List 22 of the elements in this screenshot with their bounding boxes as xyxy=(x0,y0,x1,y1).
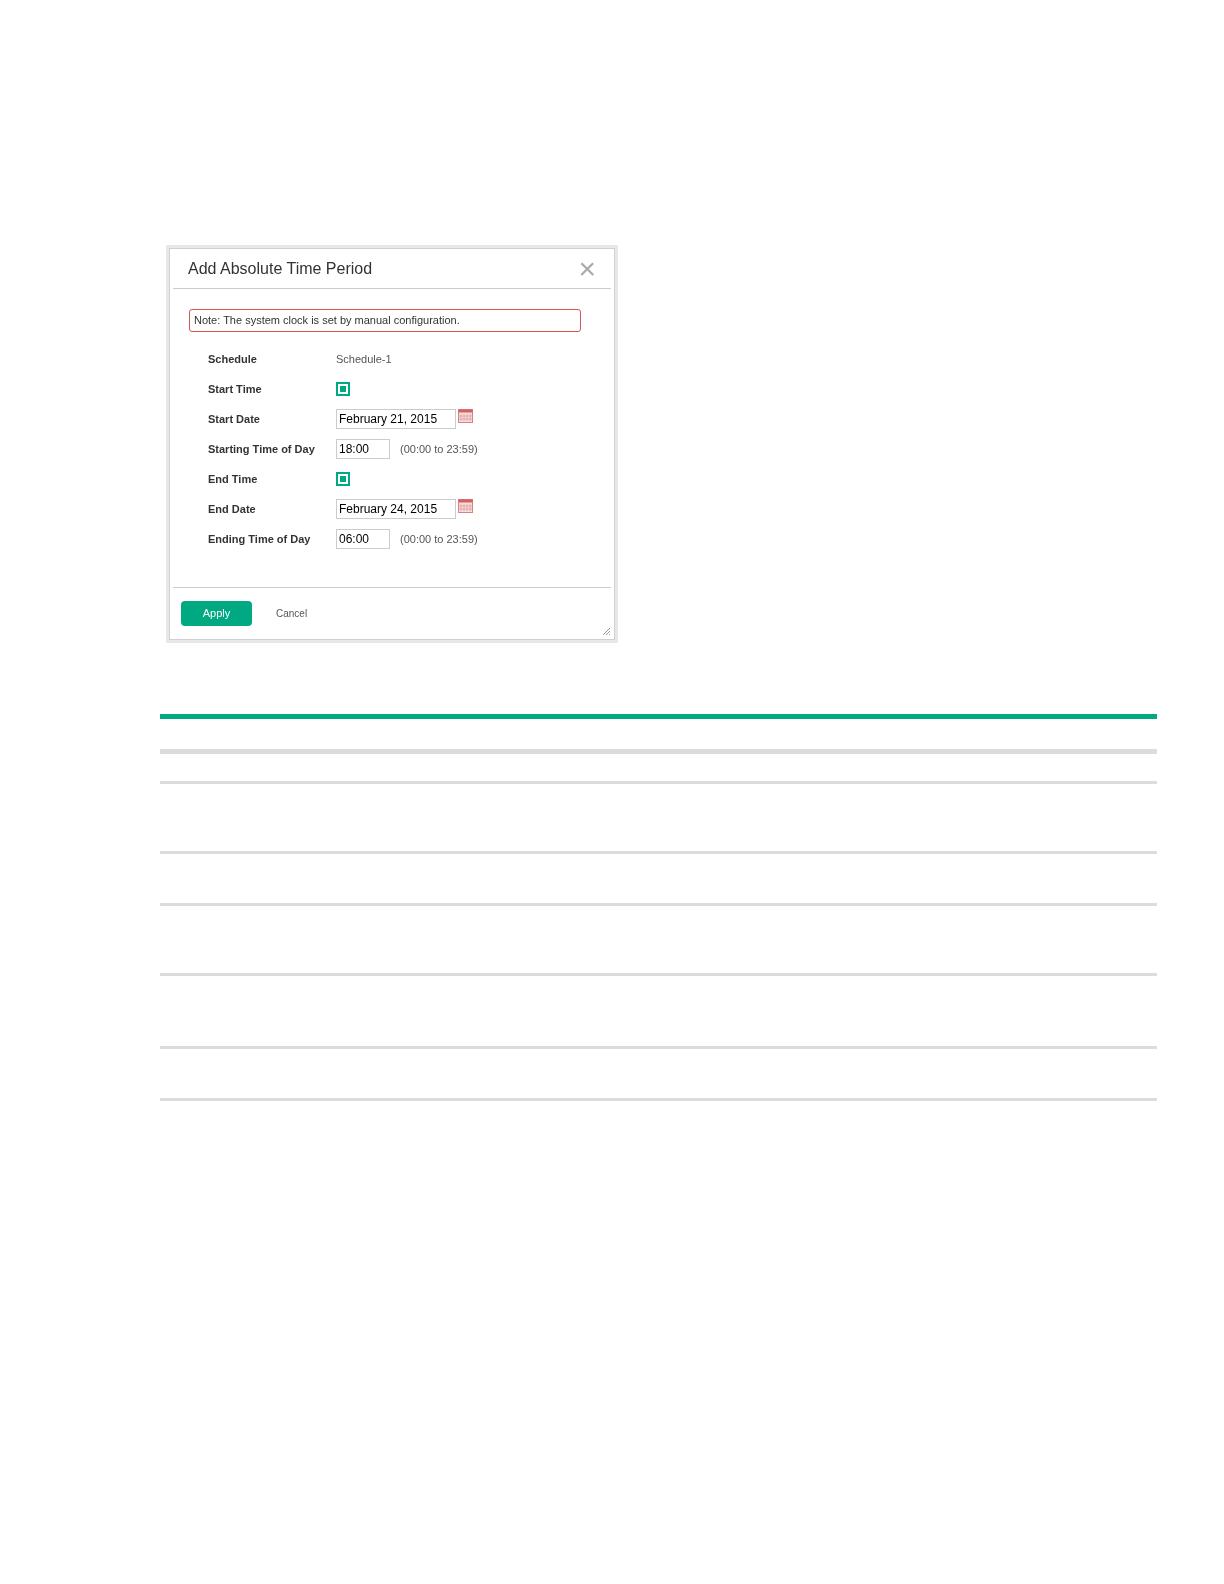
calendar-icon[interactable] xyxy=(458,409,473,423)
field-label: Schedule xyxy=(208,351,258,367)
field-label: Start Time xyxy=(208,381,263,397)
calendar-icon[interactable] xyxy=(458,499,473,513)
time-field[interactable]: 06:00 xyxy=(336,529,390,549)
time-field[interactable]: 18:00 xyxy=(336,439,390,459)
cancel-button[interactable]: Cancel xyxy=(274,606,310,621)
field-value: Schedule-1 xyxy=(336,351,392,367)
field-label: Starting Time of Day xyxy=(208,441,316,457)
note-message: Note: The system clock is set by manual configuration. xyxy=(189,309,581,332)
range-hint: (00:00 to 23:59) xyxy=(400,441,478,457)
resize-handle-icon[interactable] xyxy=(601,626,611,636)
checkbox[interactable] xyxy=(336,382,350,396)
checkbox[interactable] xyxy=(336,472,350,486)
field-label: Ending Time of Day xyxy=(208,531,312,547)
field-label: Start Date xyxy=(208,411,261,427)
dialog-title: Add Absolute Time Period xyxy=(188,258,373,279)
date-field[interactable]: February 21, 2015 xyxy=(336,409,456,429)
date-field[interactable]: February 24, 2015 xyxy=(336,499,456,519)
range-hint: (00:00 to 23:59) xyxy=(400,531,478,547)
field-label: End Date xyxy=(208,501,257,517)
field-label: End Time xyxy=(208,471,259,487)
